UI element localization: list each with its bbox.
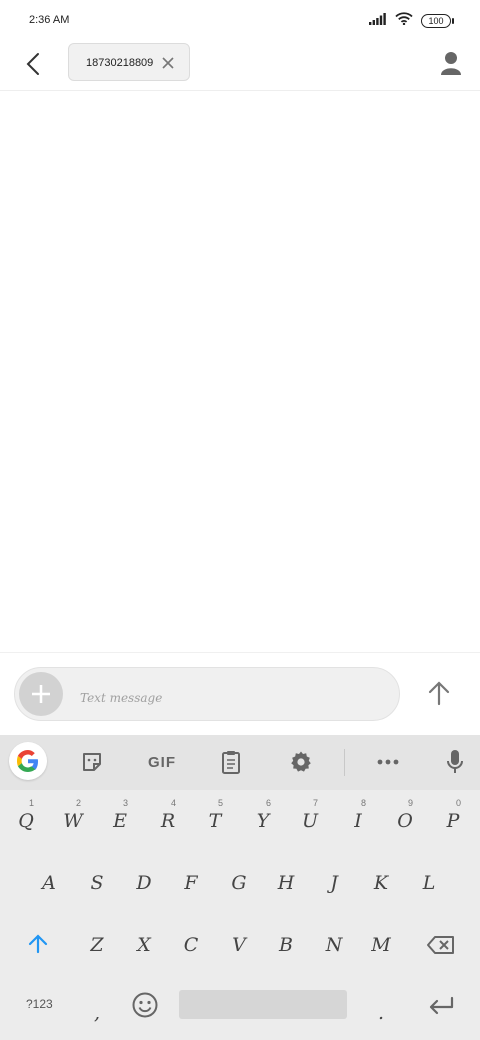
gif-button[interactable]: GIF xyxy=(140,749,184,775)
enter-key[interactable] xyxy=(427,995,455,1017)
key-k[interactable]: K xyxy=(358,852,404,908)
attach-button[interactable] xyxy=(19,672,63,716)
more-icon xyxy=(377,759,399,765)
key-w[interactable]: 2W xyxy=(50,790,96,846)
key-t[interactable]: 5T xyxy=(192,790,238,846)
back-arrow-icon xyxy=(26,53,39,75)
key-d[interactable]: D xyxy=(121,852,167,908)
smiley-icon xyxy=(132,992,158,1018)
keyboard: 1Q 2W 3E 4R 5T 6Y 7U 8I 9O 0P A S D F G … xyxy=(0,790,480,1040)
emoji-key[interactable] xyxy=(131,991,159,1019)
contact-button[interactable] xyxy=(438,50,464,76)
key-c[interactable]: C xyxy=(168,914,214,970)
arrow-up-icon xyxy=(428,681,450,706)
clipboard-button[interactable] xyxy=(216,749,246,775)
key-r[interactable]: 4R xyxy=(145,790,191,846)
gear-icon xyxy=(291,751,311,772)
comma-key[interactable]: , xyxy=(74,982,120,1038)
more-button[interactable] xyxy=(373,749,403,775)
key-m[interactable]: M xyxy=(358,914,404,970)
key-g[interactable]: G xyxy=(216,852,262,908)
sticker-icon xyxy=(83,753,101,771)
compose-field[interactable]: Text message xyxy=(14,667,400,721)
key-q[interactable]: 1Q xyxy=(3,790,49,846)
settings-button[interactable] xyxy=(286,749,316,775)
key-u[interactable]: 7U xyxy=(287,790,333,846)
status-bar: 2:36 AM 100 xyxy=(0,0,480,42)
key-v[interactable]: V xyxy=(216,914,262,970)
sticker-button[interactable] xyxy=(77,749,107,775)
key-z[interactable]: Z xyxy=(74,914,120,970)
google-icon xyxy=(17,750,38,772)
plus-icon xyxy=(32,685,50,703)
key-s[interactable]: S xyxy=(74,852,120,908)
gif-label: GIF xyxy=(148,753,176,771)
toolbar-divider xyxy=(344,749,345,776)
symbols-key[interactable]: ?123 xyxy=(26,997,53,1011)
remove-recipient-button[interactable] xyxy=(161,56,175,70)
signal-icon xyxy=(369,12,387,30)
key-e[interactable]: 3E xyxy=(97,790,143,846)
status-time: 2:36 AM xyxy=(29,14,70,26)
shift-arrow-icon xyxy=(28,934,48,954)
key-p[interactable]: 0P xyxy=(430,790,476,846)
key-y[interactable]: 6Y xyxy=(240,790,286,846)
key-o[interactable]: 9O xyxy=(382,790,428,846)
key-h[interactable]: H xyxy=(263,852,309,908)
battery-icon: 100 xyxy=(421,14,454,28)
send-button[interactable] xyxy=(424,678,454,708)
backspace-icon xyxy=(427,936,454,954)
key-b[interactable]: B xyxy=(263,914,309,970)
spacebar[interactable] xyxy=(179,990,347,1019)
key-i[interactable]: 8I xyxy=(335,790,381,846)
backspace-key[interactable] xyxy=(418,914,464,970)
key-a[interactable]: A xyxy=(26,852,72,908)
microphone-icon xyxy=(447,750,463,773)
message-list xyxy=(0,91,480,651)
keyboard-toolbar: GIF xyxy=(0,735,480,790)
recipient-number: 18730218809 xyxy=(86,57,154,69)
key-n[interactable]: N xyxy=(311,914,357,970)
clipboard-icon xyxy=(222,751,240,774)
key-f[interactable]: F xyxy=(168,852,214,908)
back-button[interactable] xyxy=(20,50,48,78)
voice-input-button[interactable] xyxy=(440,749,470,775)
recipient-chip[interactable]: 18730218809 xyxy=(68,43,190,81)
close-icon xyxy=(162,57,174,69)
enter-arrow-icon xyxy=(429,996,454,1015)
key-l[interactable]: L xyxy=(406,852,452,908)
conversation-header: 18730218809 xyxy=(0,42,480,91)
key-j[interactable]: J xyxy=(311,852,357,908)
period-key[interactable]: . xyxy=(358,982,404,1038)
person-icon xyxy=(441,52,461,75)
key-x[interactable]: X xyxy=(121,914,167,970)
google-button[interactable] xyxy=(9,742,47,780)
wifi-icon xyxy=(395,12,413,30)
shift-key[interactable] xyxy=(15,914,61,970)
message-input[interactable]: Text message xyxy=(80,691,162,705)
compose-divider xyxy=(0,652,480,653)
